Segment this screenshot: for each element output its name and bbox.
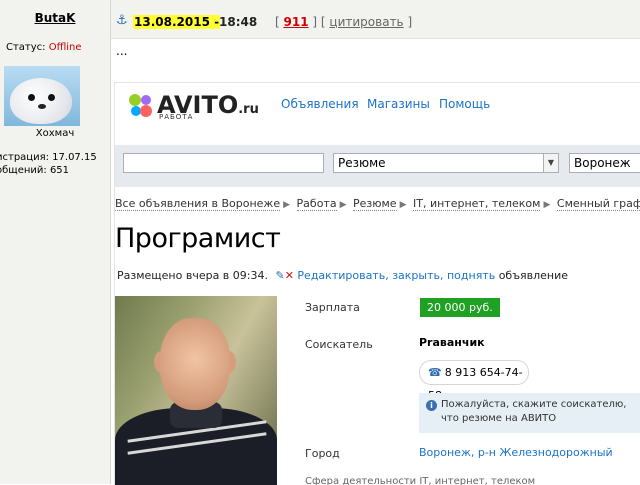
face — [160, 318, 230, 410]
city-label: Город — [305, 447, 340, 460]
breadcrumb-item[interactable]: Все объявления в Воронеже — [115, 197, 281, 211]
category-value: Резюме — [338, 156, 386, 170]
quote-link[interactable]: цитировать — [329, 15, 403, 29]
registration-date: истрация: 17.07.15 — [0, 152, 97, 163]
salary-label: Зарплата — [305, 301, 360, 314]
status-label: Статус: — [6, 42, 46, 53]
ad-title: Програмист — [115, 223, 281, 254]
salary-badge: 20 000 руб. — [420, 298, 500, 317]
nav-ads[interactable]: Объявления — [281, 97, 359, 111]
category-select[interactable]: Резюме ▼ — [333, 153, 559, 173]
bracket: ] — [407, 15, 413, 29]
breadcrumb-arrow-icon: ▶ — [543, 200, 551, 210]
avatar — [4, 66, 80, 126]
username-link[interactable]: ButaK — [0, 11, 110, 25]
edit-suffix: объявление — [498, 269, 568, 282]
nav-help[interactable]: Помощь — [439, 97, 490, 111]
nav-shops[interactable]: Магазины — [367, 97, 430, 111]
post-actions: [ 911 ] [ цитировать ] — [275, 15, 412, 29]
avito-logo-icon — [129, 94, 152, 117]
breadcrumb-arrow-icon: ▶ — [283, 200, 291, 210]
edit-link[interactable]: Редактировать, закрыть, поднять — [297, 269, 495, 282]
breadcrumb-arrow-icon: ▶ — [399, 200, 407, 210]
post-date: 13.08.2015 - — [133, 15, 221, 29]
eye — [28, 94, 35, 101]
seal-image — [10, 78, 72, 124]
status-value: Offline — [48, 42, 82, 53]
logo-suffix: .ru — [238, 102, 259, 117]
search-input[interactable] — [123, 153, 324, 173]
bracket: [ — [275, 15, 280, 29]
breadcrumb-arrow-icon: ▶ — [339, 200, 347, 210]
breadcrumb-item[interactable]: Резюме — [353, 197, 397, 211]
dropdown-arrow-icon[interactable]: ▼ — [543, 154, 558, 172]
placed-date: Размещено вчера в 09:34. — [117, 269, 268, 282]
user-info: истрация: 17.07.15 общений: 651 — [0, 151, 97, 177]
post-number-link[interactable]: 911 — [284, 15, 309, 29]
embedded-avito-screenshot: AVITO.ru РАБОТА Объявления Магазины Помо… — [114, 82, 640, 485]
breadcrumb: Все объявления в Воронеже ▶ Работа ▶ Резюм… — [115, 197, 640, 211]
message-count: общений: 651 — [0, 165, 70, 176]
phone-button[interactable]: ☎8 913 654-74-58 — [419, 360, 529, 402]
notice-text: Пожалуйста, скажите соискателю, что резю… — [441, 399, 627, 424]
bracket: ] [ — [312, 15, 326, 29]
logo-subtitle: РАБОТА — [159, 113, 194, 121]
anchor-icon[interactable]: ⚓ — [116, 13, 128, 28]
user-title: Хохмач — [35, 128, 75, 139]
seller-name: Praванчик — [419, 336, 485, 349]
seller-label: Соискатель — [305, 338, 373, 351]
breadcrumb-item[interactable]: IT, интернет, телеком — [413, 197, 541, 211]
delete-icon[interactable]: ✕ — [285, 269, 294, 282]
ad-meta: Размещено вчера в 09:34. ✎✕ Редактироват… — [117, 269, 568, 282]
city-link[interactable]: Воронеж, р-н Железнодорожный — [419, 446, 613, 459]
post-time: 18:48 — [219, 15, 258, 29]
breadcrumb-item[interactable]: Сменный график — [556, 197, 640, 211]
nose — [38, 104, 46, 109]
eye — [48, 94, 55, 101]
post-body-text: ... — [116, 44, 128, 58]
region-select[interactable]: Воронеж — [569, 153, 640, 173]
breadcrumb-item[interactable]: Работа — [296, 197, 337, 211]
user-sidebar: ButaK Статус: Offline Хохмач истрация: 1… — [0, 0, 111, 484]
pencil-icon[interactable]: ✎ — [275, 269, 284, 282]
info-icon: i — [426, 400, 437, 411]
phone-icon: ☎ — [428, 366, 442, 379]
seller-photo[interactable] — [115, 296, 277, 485]
info-notice: i Пожалуйста, скажите соискателю, что ре… — [419, 393, 640, 433]
user-status: Статус: Offline — [6, 42, 82, 53]
